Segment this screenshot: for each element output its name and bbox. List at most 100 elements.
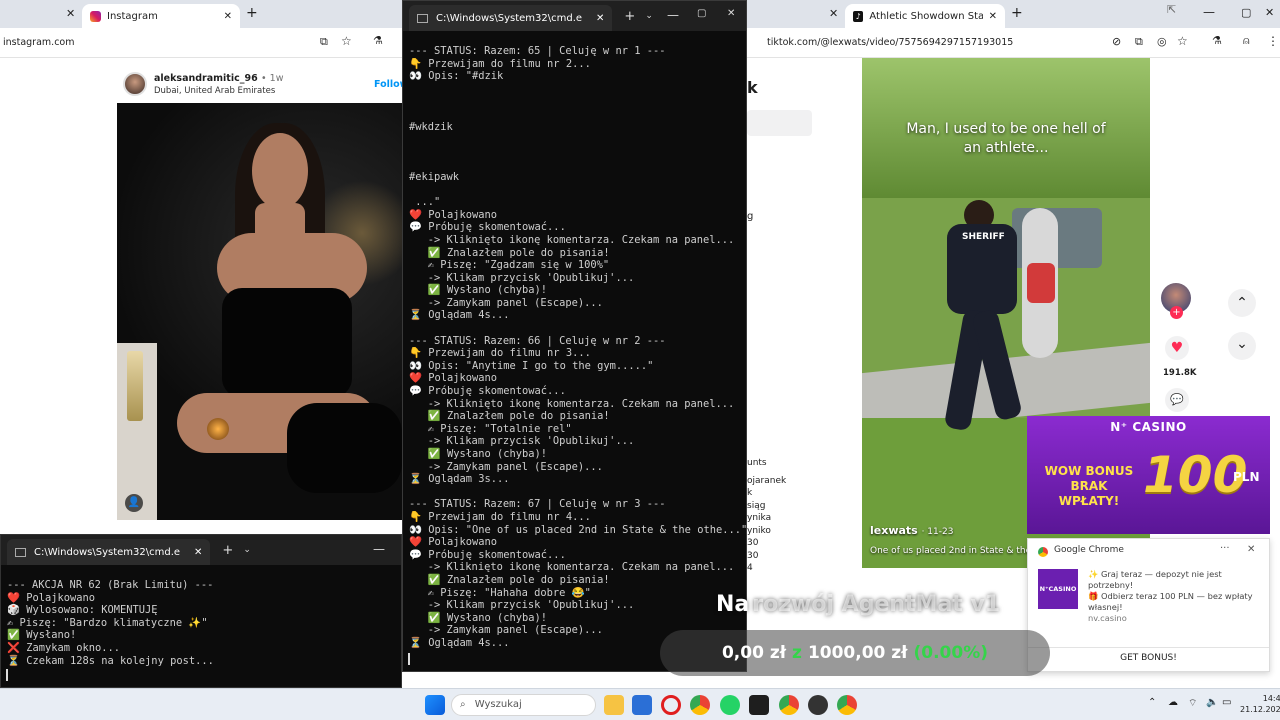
clock[interactable]: 14:48 21.12.2025 (1240, 693, 1280, 715)
bookmark-star-icon[interactable]: ☆ (341, 34, 352, 48)
console-line: ❤️ Polajkowano (409, 536, 498, 549)
console-line: -> Klikam przycisk 'Opublikuj'... (427, 435, 635, 448)
chevron-up-icon[interactable]: ⌃ (1228, 289, 1256, 317)
like-heart-icon[interactable]: ♥ (1165, 336, 1189, 360)
console-line: ..." (415, 196, 441, 209)
store-icon[interactable] (632, 695, 652, 715)
console-line: ✍ Piszę: "Zgadzam się w 100%" (427, 259, 610, 272)
sheriff-officer: SHERIFF (942, 200, 1023, 440)
terminal-taskbar-icon[interactable] (749, 695, 769, 715)
maximize-icon[interactable]: ▢ (697, 8, 706, 19)
cmd-window-small[interactable]: C:\Windows\System32\cmd.e ✕ + ⌄ — --- AK… (0, 534, 402, 688)
console-line: ✅ Znalazłem pole do pisania! (427, 246, 610, 259)
cmd-output: --- AKCJA NR 62 (Brak Limitu) --- ❤️ Pol… (1, 565, 401, 667)
url-text[interactable]: instagram.com (3, 37, 74, 48)
chrome-icon[interactable] (690, 695, 710, 715)
close-window-icon[interactable]: ✕ (727, 8, 735, 19)
follow-plus-icon[interactable]: + (1170, 306, 1183, 319)
taskbar: ⌕ Wyszukaj ⌃ ☁ ⌔ 🔈 ▭ 14:48 21.12.2025 (0, 688, 1280, 720)
tray-chevron-icon[interactable]: ⌃ (1148, 697, 1156, 708)
file-explorer-icon[interactable] (604, 695, 624, 715)
cmd-tab[interactable]: C:\Windows\System32\cmd.e ✕ (7, 539, 211, 565)
cmd-tab[interactable]: C:\Windows\System32\cmd.e ✕ (409, 5, 613, 31)
cmd-titlebar: C:\Windows\System32\cmd.e ✕ + ⌄ — (1, 535, 401, 565)
close-tab-icon[interactable]: ✕ (829, 7, 838, 20)
like-count: 191.8K (1163, 368, 1197, 378)
close-tab-icon[interactable]: ✕ (224, 11, 232, 22)
new-tab-icon[interactable]: + (1011, 5, 1023, 21)
post-location[interactable]: Dubai, United Arab Emirates (154, 86, 275, 96)
cursor (408, 653, 410, 665)
console-line: --- AKCJA NR 62 (Brak Limitu) --- (7, 579, 214, 591)
terminal-icon (417, 13, 428, 23)
chevron-down-icon[interactable]: ⌄ (1228, 332, 1256, 360)
tab-title: Instagram (107, 10, 158, 22)
close-window-icon[interactable]: ✕ (1265, 6, 1274, 19)
comment-icon[interactable]: 💬 (1165, 388, 1189, 412)
menu-icon[interactable]: ⋮ (1267, 34, 1279, 48)
console-line: ✅ Znalazłem pole do pisania! (427, 410, 610, 423)
casino-ad-banner[interactable]: N⁺ CASINO WOW BONUS BRAK WPŁATY! 100 PLN (1027, 416, 1270, 534)
console-line: -> Kliknięto ikonę komentarza. Czekam na… (427, 561, 735, 574)
chrome-profile-icon[interactable] (837, 695, 857, 715)
console-line: ⏳ Oglądam 4s... (409, 636, 510, 649)
volume-icon[interactable]: 🔈 (1206, 697, 1218, 708)
screen-share-icon[interactable]: ⧉ (320, 35, 328, 49)
instagram-favicon-icon (90, 10, 101, 22)
chrome-notification[interactable]: Google Chrome ··· ✕ N⁺CASINO ✨ Graj tera… (1027, 538, 1270, 672)
address-bar[interactable]: instagram.com ⧉ ☆ ⚗ (0, 28, 402, 58)
console-line: ✅ Wysłano (chyba)! (427, 284, 548, 297)
taskbar-search[interactable]: ⌕ Wyszukaj (451, 694, 596, 716)
windows-start-icon[interactable] (425, 695, 445, 715)
user-tag-icon[interactable]: 👤 (125, 494, 143, 512)
screen-share-icon[interactable]: ⧉ (1135, 35, 1143, 49)
close-tab-icon[interactable]: ✕ (989, 11, 997, 22)
chrome-profile-icon[interactable] (779, 695, 799, 715)
maximize-icon[interactable]: ▢ (1241, 6, 1251, 19)
console-line: 🎲 Wylosowano: KOMENTUJĘ (7, 604, 158, 617)
close-notification-icon[interactable]: ✕ (1247, 544, 1255, 555)
more-options-icon[interactable]: ··· (1220, 543, 1230, 554)
get-bonus-button[interactable]: GET BONUS! (1028, 653, 1269, 663)
console-line: ❤️ Polajkowano (409, 372, 498, 385)
post-photo[interactable]: 👤 (117, 103, 402, 520)
video-author[interactable]: lexwats · 11-23 (870, 524, 953, 537)
console-line: ❤️ Polajkowano (409, 208, 498, 221)
minimize-icon[interactable]: — (1203, 5, 1215, 19)
address-bar[interactable]: tiktok.com/@lexwats/video/75756942971571… (747, 28, 1280, 58)
close-tab-icon[interactable]: ✕ (596, 13, 604, 24)
eye-off-icon[interactable]: ◎ (1157, 35, 1167, 48)
console-line: 💬 Próbuję skomentować... (409, 221, 566, 234)
minimize-icon[interactable]: — (667, 8, 679, 22)
console-line: ✅ Wysłano (chyba)! (427, 448, 548, 460)
url-text[interactable]: tiktok.com/@lexwats/video/75756942971571… (767, 37, 1013, 48)
post-username[interactable]: aleksandramitic_96 • 1w (154, 73, 283, 84)
bookmark-star-icon[interactable]: ☆ (1177, 34, 1188, 48)
console-line: ✅ Znalazłem pole do pisania! (427, 573, 610, 586)
extension-icon[interactable]: ⚗ (1212, 34, 1222, 47)
tracking-off-icon[interactable]: ⊘ (1112, 35, 1121, 48)
profile-icon[interactable]: ⍝ (1243, 34, 1250, 48)
dropdown-icon[interactable]: ⌄ (645, 11, 653, 21)
cloud-icon[interactable]: ☁ (1168, 697, 1178, 708)
extension-icon[interactable]: ⚗ (373, 34, 383, 47)
battery-icon[interactable]: ▭ (1222, 697, 1231, 708)
heading-fragment: k (747, 78, 758, 97)
app-icon[interactable] (808, 695, 828, 715)
new-tab-icon[interactable]: + (222, 543, 233, 558)
close-tab-icon[interactable]: ✕ (194, 547, 202, 558)
dropdown-icon[interactable]: ⌄ (243, 545, 251, 555)
wifi-icon[interactable]: ⌔ (1188, 697, 1197, 710)
whatsapp-icon[interactable] (720, 695, 740, 715)
avatar[interactable] (123, 72, 147, 96)
new-tab-icon[interactable]: + (246, 5, 258, 21)
console-line: -> Klikam przycisk 'Opublikuj'... (427, 599, 635, 612)
search-field-fragment[interactable] (747, 110, 812, 136)
close-tab-icon[interactable]: ✕ (66, 7, 75, 20)
new-tab-icon[interactable]: + (624, 9, 635, 24)
tab-instagram[interactable]: Instagram ✕ (82, 4, 240, 28)
tab-tiktok[interactable]: ♪ Athletic Showdown State F ✕ (845, 4, 1005, 28)
opera-icon[interactable] (661, 695, 681, 715)
minimize-icon[interactable]: — (373, 542, 385, 556)
cmd-window-main[interactable]: C:\Windows\System32\cmd.e ✕ + ⌄ — ▢ ✕ --… (402, 0, 747, 672)
